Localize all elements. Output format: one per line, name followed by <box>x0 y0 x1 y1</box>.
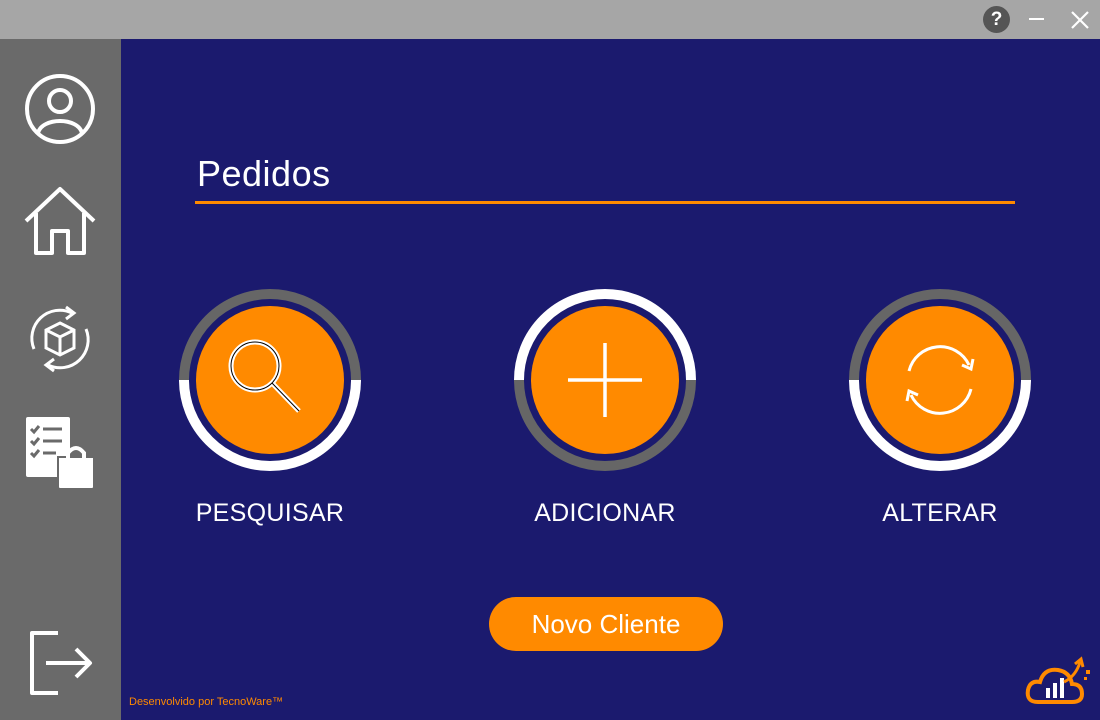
orders-button[interactable] <box>20 413 100 493</box>
close-button[interactable] <box>1068 8 1092 32</box>
user-profile-button[interactable] <box>20 69 100 149</box>
products-button[interactable] <box>20 299 100 379</box>
home-button[interactable] <box>20 181 100 261</box>
help-button[interactable]: ? <box>983 6 1010 33</box>
logout-icon <box>30 631 92 695</box>
cloud-chart-logo-icon <box>1025 656 1090 704</box>
edit-action-button[interactable]: ALTERAR <box>845 285 1035 528</box>
search-action-label: PESQUISAR <box>195 499 345 527</box>
box-refresh-icon <box>30 305 90 373</box>
add-action-ring <box>514 289 696 471</box>
page-title: Pedidos <box>197 153 331 194</box>
edit-action-label: ALTERAR <box>882 499 998 527</box>
edit-action-ring <box>849 289 1031 471</box>
minimize-button[interactable] <box>1029 18 1044 20</box>
home-icon <box>24 187 96 255</box>
add-action-label: ADICIONAR <box>534 499 676 527</box>
logout-button[interactable] <box>20 623 100 703</box>
search-action-ring <box>179 289 361 471</box>
company-logo <box>1025 656 1090 704</box>
user-circle-icon <box>25 74 95 144</box>
search-action-button[interactable]: PESQUISAR <box>175 285 365 528</box>
sidebar <box>0 39 121 720</box>
new-client-button[interactable]: Novo Cliente <box>489 597 723 651</box>
title-bar: ? <box>0 0 1100 39</box>
main-panel: Pedidos PESQUISAR ADICIONAR ALTERAR Novo… <box>121 39 1100 720</box>
developer-credit: Desenvolvido por TecnoWare™ <box>129 696 284 708</box>
title-underline <box>195 201 1015 204</box>
add-action-button[interactable]: ADICIONAR <box>510 285 700 528</box>
checklist-bag-icon <box>26 417 95 490</box>
